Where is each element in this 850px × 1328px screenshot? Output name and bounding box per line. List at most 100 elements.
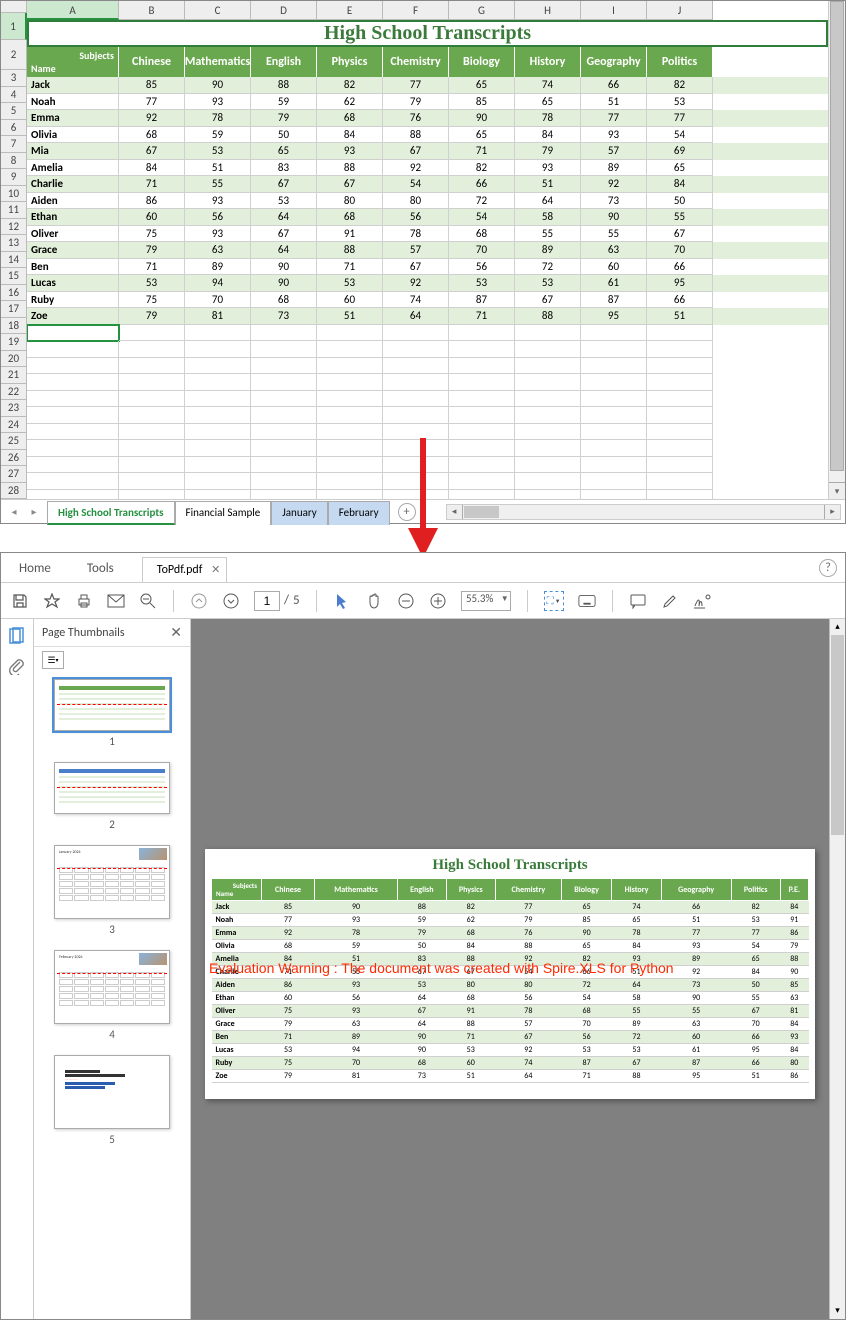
cell-value[interactable]: 59 — [185, 127, 251, 144]
cell-value[interactable]: 57 — [383, 242, 449, 259]
thumbnail-5[interactable]: ———————5 — [34, 1055, 190, 1146]
row-header-20[interactable]: 20 — [1, 351, 27, 368]
row-header-1[interactable]: 1 — [1, 13, 27, 40]
cell-value[interactable]: 67 — [383, 259, 449, 276]
comment-icon[interactable] — [629, 592, 647, 610]
cell-value[interactable]: 66 — [647, 292, 713, 309]
thumbnails-panel-icon[interactable] — [8, 627, 26, 645]
star-icon[interactable] — [43, 592, 61, 610]
mail-icon[interactable] — [107, 592, 125, 610]
sign-icon[interactable] — [693, 592, 711, 610]
cell-value[interactable]: 85 — [119, 77, 185, 94]
file-tab[interactable]: ToPdf.pdf ✕ — [142, 557, 228, 582]
cell-value[interactable]: 55 — [185, 176, 251, 193]
column-header-B[interactable]: B — [119, 1, 185, 20]
cell-value[interactable]: 88 — [317, 160, 383, 177]
cell-value[interactable]: 60 — [317, 292, 383, 309]
cell-name[interactable]: Jack — [27, 77, 119, 94]
cell-value[interactable]: 65 — [449, 127, 515, 144]
cell-value[interactable]: 63 — [581, 242, 647, 259]
cell-value[interactable]: 90 — [581, 209, 647, 226]
cell-value[interactable]: 93 — [581, 127, 647, 144]
cell-value[interactable]: 68 — [317, 110, 383, 127]
cell-value[interactable]: 62 — [317, 94, 383, 111]
row-header-5[interactable]: 5 — [1, 103, 27, 120]
row-header-15[interactable]: 15 — [1, 268, 27, 285]
cell-value[interactable]: 93 — [185, 193, 251, 210]
cell-value[interactable]: 83 — [251, 160, 317, 177]
cell-value[interactable]: 73 — [581, 193, 647, 210]
cell-value[interactable]: 50 — [251, 127, 317, 144]
cell-value[interactable]: 71 — [449, 308, 515, 325]
zoom-minus-icon[interactable] — [397, 592, 415, 610]
cell-value[interactable]: 64 — [251, 242, 317, 259]
cell-value[interactable]: 77 — [119, 94, 185, 111]
cell-value[interactable]: 54 — [383, 176, 449, 193]
pdf-vertical-scrollbar[interactable]: ▴ ▾ — [829, 619, 845, 1319]
cell-value[interactable]: 79 — [119, 308, 185, 325]
cell-value[interactable]: 60 — [581, 259, 647, 276]
cell-value[interactable]: 75 — [119, 292, 185, 309]
row-header-4[interactable]: 4 — [1, 87, 27, 104]
cell-value[interactable]: 87 — [449, 292, 515, 309]
cell-value[interactable]: 59 — [251, 94, 317, 111]
row-header-12[interactable]: 12 — [1, 219, 27, 236]
cell-value[interactable]: 54 — [647, 127, 713, 144]
cell-value[interactable]: 79 — [119, 242, 185, 259]
column-header-A[interactable]: A — [27, 1, 119, 20]
column-header-I[interactable]: I — [581, 1, 647, 20]
row-header-7[interactable]: 7 — [1, 136, 27, 153]
cell-value[interactable]: 68 — [449, 226, 515, 243]
cell-name[interactable]: Olivia — [27, 127, 119, 144]
cell-value[interactable]: 90 — [449, 110, 515, 127]
cell-value[interactable]: 88 — [383, 127, 449, 144]
pdf-vscroll-up[interactable]: ▴ — [830, 619, 845, 635]
pdf-vscroll-down[interactable]: ▾ — [830, 1303, 845, 1319]
cell-value[interactable]: 74 — [515, 77, 581, 94]
cell-value[interactable]: 93 — [515, 160, 581, 177]
cell-value[interactable]: 64 — [251, 209, 317, 226]
cell-value[interactable]: 67 — [647, 226, 713, 243]
hscroll-left-btn[interactable]: ◂ — [447, 505, 463, 519]
cell-value[interactable]: 72 — [449, 193, 515, 210]
thumbnail-1[interactable]: 1 — [34, 679, 190, 748]
cell-name[interactable]: Ethan — [27, 209, 119, 226]
cell-value[interactable]: 72 — [515, 259, 581, 276]
cell-value[interactable]: 79 — [383, 94, 449, 111]
row-header-17[interactable]: 17 — [1, 301, 27, 318]
cell-value[interactable]: 51 — [647, 308, 713, 325]
cell-value[interactable]: 92 — [581, 176, 647, 193]
cell-value[interactable]: 79 — [251, 110, 317, 127]
cell-value[interactable]: 53 — [317, 275, 383, 292]
cell-value[interactable]: 84 — [647, 176, 713, 193]
cell-value[interactable]: 84 — [119, 160, 185, 177]
cell-value[interactable]: 77 — [383, 77, 449, 94]
cell-value[interactable]: 78 — [185, 110, 251, 127]
cell-value[interactable]: 67 — [515, 292, 581, 309]
cell-name[interactable]: Ruby — [27, 292, 119, 309]
cell-name[interactable]: Mia — [27, 143, 119, 160]
hscroll-right-btn[interactable]: ▸ — [824, 505, 840, 519]
vscroll-thumb[interactable] — [830, 1, 844, 471]
cell-value[interactable]: 89 — [185, 259, 251, 276]
cell-value[interactable]: 53 — [251, 193, 317, 210]
cell-value[interactable]: 73 — [251, 308, 317, 325]
cell-value[interactable]: 53 — [515, 275, 581, 292]
cell-name[interactable]: Zoe — [27, 308, 119, 325]
cell-value[interactable]: 89 — [581, 160, 647, 177]
cell-value[interactable]: 51 — [581, 94, 647, 111]
cell-value[interactable]: 57 — [581, 143, 647, 160]
cell-value[interactable]: 65 — [515, 94, 581, 111]
cell-value[interactable]: 70 — [185, 292, 251, 309]
zoom-level-select[interactable]: 55.3% ▼ — [461, 591, 511, 611]
cell-value[interactable]: 77 — [647, 110, 713, 127]
cell-value[interactable]: 80 — [383, 193, 449, 210]
row-header-19[interactable]: 19 — [1, 334, 27, 351]
sheet-tab-january[interactable]: January — [271, 501, 327, 525]
row-header-13[interactable]: 13 — [1, 235, 27, 252]
row-header-21[interactable]: 21 — [1, 367, 27, 384]
cell-name[interactable]: Lucas — [27, 275, 119, 292]
cell-value[interactable]: 65 — [449, 77, 515, 94]
cell-name[interactable]: Amelia — [27, 160, 119, 177]
cell-value[interactable]: 55 — [647, 209, 713, 226]
